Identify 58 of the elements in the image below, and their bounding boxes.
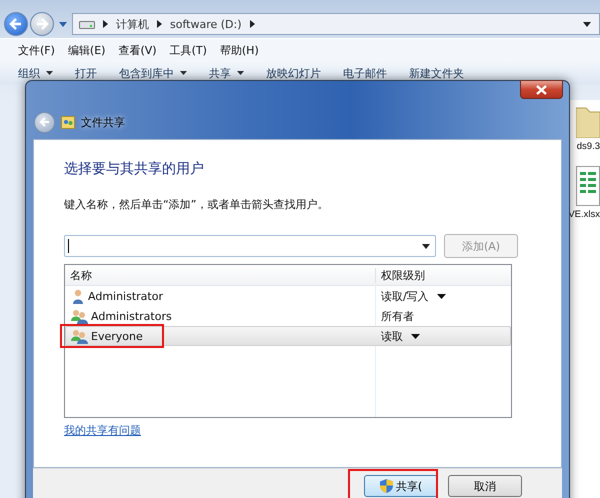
group-icon (71, 328, 88, 344)
toolbar-button[interactable]: 打开 (75, 62, 97, 84)
file-name[interactable]: ds9.3 (576, 141, 600, 152)
caret-icon[interactable] (422, 244, 430, 248)
permission-level[interactable]: 读取 (381, 328, 403, 344)
share-button[interactable]: 共享( (364, 475, 438, 497)
caret-icon[interactable] (411, 334, 420, 338)
back-arrow-icon (38, 116, 50, 128)
menu-item[interactable]: 查看(V) (118, 43, 157, 59)
close-icon (536, 84, 547, 94)
shield-icon (380, 479, 393, 493)
file-name[interactable]: VE.xlsx (568, 209, 600, 220)
user-icon (71, 288, 85, 304)
menu-item[interactable]: 帮助(H) (220, 43, 259, 59)
drive-icon (79, 19, 95, 29)
cancel-button[interactable]: 取消 (448, 475, 522, 497)
back-arrow-icon (9, 17, 23, 31)
breadcrumb[interactable]: 计算机 (116, 16, 149, 32)
menu-item[interactable]: 文件(F) (18, 43, 55, 59)
user-name: Administrators (91, 310, 172, 322)
permission-level[interactable]: 读取/写入 (381, 288, 429, 304)
caret-icon (180, 71, 187, 75)
toolbar-button[interactable]: 包含到库中 (119, 62, 187, 84)
instruction-text: 键入名称，然后单击“添加”，或者单击箭头查找用户。 (64, 197, 330, 212)
column-header[interactable]: 权限级别 (376, 268, 425, 282)
address-bar[interactable]: 计算机 software (D:) (72, 13, 600, 35)
forward-button[interactable] (30, 12, 54, 36)
forward-arrow-icon (35, 17, 49, 31)
toolbar-button[interactable]: 放映幻灯片 (266, 62, 321, 84)
chevron-icon (103, 20, 108, 28)
caret-icon[interactable] (583, 22, 591, 26)
breadcrumb[interactable]: software (D:) (170, 18, 242, 30)
chevron-icon (157, 20, 162, 28)
chevron-icon (250, 20, 254, 28)
user-row[interactable]: Administrators 所有者 (65, 306, 511, 326)
dialog-title: 文件共享 (81, 114, 125, 130)
user-name: Everyone (91, 330, 143, 342)
toolbar-button[interactable]: 新建文件夹 (409, 62, 464, 84)
toolbar-button[interactable]: 电子邮件 (343, 62, 387, 84)
user-name: Administrator (88, 290, 163, 302)
column-header[interactable]: 名称 (65, 268, 376, 282)
back-button[interactable] (34, 112, 55, 132)
menu-item[interactable]: 编辑(E) (68, 43, 106, 59)
toolbar-button[interactable]: 组织 (18, 62, 53, 84)
help-link[interactable]: 我的共享有问题 (64, 423, 141, 438)
caret-icon (46, 71, 53, 75)
caret-icon (237, 71, 244, 75)
close-button[interactable] (520, 80, 563, 99)
name-combo-field[interactable] (64, 235, 436, 257)
back-button[interactable] (4, 12, 28, 36)
permission-level: 所有者 (381, 308, 414, 324)
heading: 选择要与其共享的用户 (64, 160, 205, 178)
toolbar-button[interactable]: 共享 (209, 62, 244, 84)
caret-icon[interactable] (436, 294, 446, 298)
menu-item[interactable]: 工具(T) (170, 43, 207, 59)
share-icon (61, 115, 75, 129)
group-icon (71, 308, 88, 324)
user-row[interactable]: Administrator 读取/写入 (65, 286, 511, 306)
